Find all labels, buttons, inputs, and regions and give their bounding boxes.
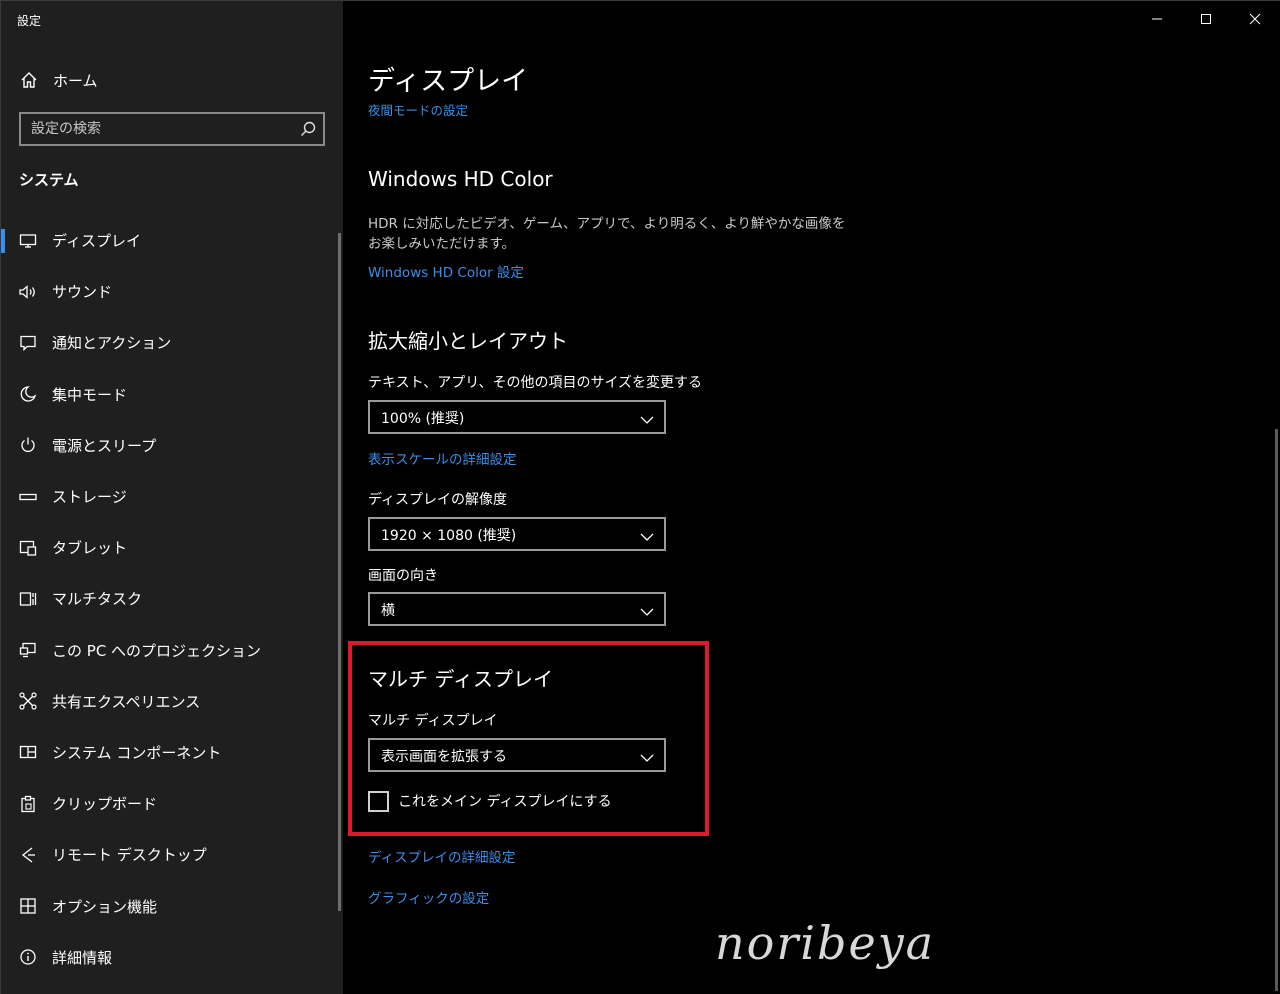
maximize-icon[interactable] (1194, 9, 1218, 29)
sidebar: 設定 ホーム システム ディスプレイ サウンド (1, 1, 343, 994)
info-icon (17, 946, 39, 968)
sidebar-item-label: マルチタスク (52, 590, 143, 609)
multitask-icon (17, 588, 39, 610)
sidebar-item-label: 詳細情報 (52, 948, 113, 967)
sidebar-item-remote-desktop[interactable]: リモート デスクトップ (1, 829, 343, 880)
sidebar-item-about[interactable]: 詳細情報 (1, 932, 343, 983)
storage-icon (17, 486, 39, 508)
sidebar-item-label: クリップボード (52, 795, 158, 814)
shared-experience-icon (17, 690, 39, 712)
sidebar-item-shared-experiences[interactable]: 共有エクスペリエンス (1, 676, 343, 727)
main-display-checkbox[interactable] (368, 791, 389, 812)
hdr-settings-link[interactable]: Windows HD Color 設定 (368, 261, 524, 281)
orientation-label: 画面の向き (368, 568, 438, 584)
size-label: テキスト、アプリ、その他の項目のサイズを変更する (368, 375, 703, 391)
clipboard-icon (17, 793, 39, 815)
search-box[interactable] (19, 112, 325, 146)
notification-icon (17, 332, 39, 354)
monitor-icon (17, 230, 39, 252)
multi-display-label: マルチ ディスプレイ (368, 713, 498, 729)
projection-icon (17, 639, 39, 661)
settings-window: 設定 ホーム システム ディスプレイ サウンド (0, 0, 1280, 994)
main-scrollbar[interactable] (1275, 429, 1278, 991)
chevron-down-icon (640, 411, 654, 424)
sidebar-item-label: この PC へのプロジェクション (52, 641, 262, 660)
sidebar-item-optional-features[interactable]: オプション機能 (1, 880, 343, 931)
minimize-icon[interactable] (1145, 9, 1169, 29)
sidebar-item-notifications[interactable]: 通知とアクション (1, 317, 343, 368)
sidebar-item-label: オプション機能 (52, 897, 158, 916)
resolution-label: ディスプレイの解像度 (368, 492, 508, 508)
sidebar-item-label: ストレージ (52, 488, 127, 507)
page-title: ディスプレイ (368, 66, 529, 97)
multi-display-dropdown-value: 表示画面を拡張する (381, 749, 507, 765)
close-icon[interactable] (1243, 9, 1267, 29)
sidebar-item-label: ディスプレイ (52, 232, 141, 251)
resolution-dropdown[interactable]: 1920 × 1080 (推奨) (368, 517, 666, 551)
sidebar-item-tablet[interactable]: タブレット (1, 522, 343, 573)
advanced-display-link[interactable]: ディスプレイの詳細設定 (368, 846, 516, 866)
sidebar-item-label: 集中モード (52, 385, 128, 404)
sidebar-item-display[interactable]: ディスプレイ (1, 215, 343, 266)
speaker-icon (17, 281, 39, 303)
sidebar-item-label: 通知とアクション (52, 334, 172, 353)
sidebar-item-label: タブレット (52, 539, 128, 558)
components-icon (17, 741, 39, 763)
main-display-checkbox-label[interactable]: これをメイン ディスプレイにする (398, 791, 612, 811)
sidebar-item-clipboard[interactable]: クリップボード (1, 778, 343, 829)
power-icon (17, 434, 39, 456)
sidebar-scrollbar[interactable] (338, 233, 341, 911)
advanced-scaling-link[interactable]: 表示スケールの詳細設定 (368, 448, 517, 468)
section-label-system: システム (19, 171, 79, 189)
sidebar-item-label: 電源とスリープ (52, 436, 157, 455)
graphics-settings-link[interactable]: グラフィックの設定 (368, 887, 489, 907)
nav-list: ディスプレイ サウンド 通知とアクション 集中モード 電源とスリープ ストレージ (1, 215, 343, 983)
hdr-description: HDR に対応したビデオ、ゲーム、アプリで、より明るく、より鮮やかな画像をお楽し… (368, 216, 846, 252)
main-content: ディスプレイ 夜間モードの設定 Windows HD Color HDR に対応… (343, 1, 1280, 994)
remote-desktop-icon (17, 844, 39, 866)
scale-dropdown-value: 100% (推奨) (381, 411, 465, 427)
optional-features-icon (17, 895, 39, 917)
sidebar-item-label: サウンド (52, 283, 113, 302)
watermark-text: noribeya (715, 916, 936, 970)
search-input[interactable] (31, 114, 291, 144)
sidebar-item-multitask[interactable]: マルチタスク (1, 573, 343, 624)
sidebar-item-label: リモート デスクトップ (52, 846, 207, 865)
sidebar-item-label: システム コンポーネント (52, 743, 222, 762)
scale-dropdown[interactable]: 100% (推奨) (368, 400, 666, 434)
sidebar-item-focus[interactable]: 集中モード (1, 369, 343, 420)
chevron-down-icon (640, 749, 654, 762)
hdr-heading: Windows HD Color (368, 167, 553, 191)
tablet-icon (17, 537, 39, 559)
multi-display-heading: マルチ ディスプレイ (368, 667, 553, 691)
moon-icon (17, 383, 39, 405)
sidebar-item-sound[interactable]: サウンド (1, 266, 343, 317)
resolution-dropdown-value: 1920 × 1080 (推奨) (381, 528, 517, 544)
chevron-down-icon (640, 528, 654, 541)
orientation-dropdown-value: 横 (381, 603, 395, 619)
search-icon[interactable] (299, 120, 317, 138)
sidebar-item-power[interactable]: 電源とスリープ (1, 420, 343, 471)
orientation-dropdown[interactable]: 横 (368, 592, 666, 626)
scale-heading: 拡大縮小とレイアウト (368, 329, 568, 353)
sidebar-item-label: 共有エクスペリエンス (52, 692, 201, 711)
nav-home-label: ホーム (53, 71, 98, 90)
chevron-down-icon (640, 603, 654, 616)
multi-display-dropdown[interactable]: 表示画面を拡張する (368, 738, 666, 772)
nav-home[interactable]: ホーム (1, 63, 343, 97)
app-title: 設定 (17, 14, 42, 28)
night-light-link[interactable]: 夜間モードの設定 (368, 100, 468, 119)
sidebar-item-storage[interactable]: ストレージ (1, 471, 343, 522)
home-icon (19, 70, 39, 90)
sidebar-item-projection[interactable]: この PC へのプロジェクション (1, 625, 343, 676)
sidebar-item-components[interactable]: システム コンポーネント (1, 727, 343, 778)
